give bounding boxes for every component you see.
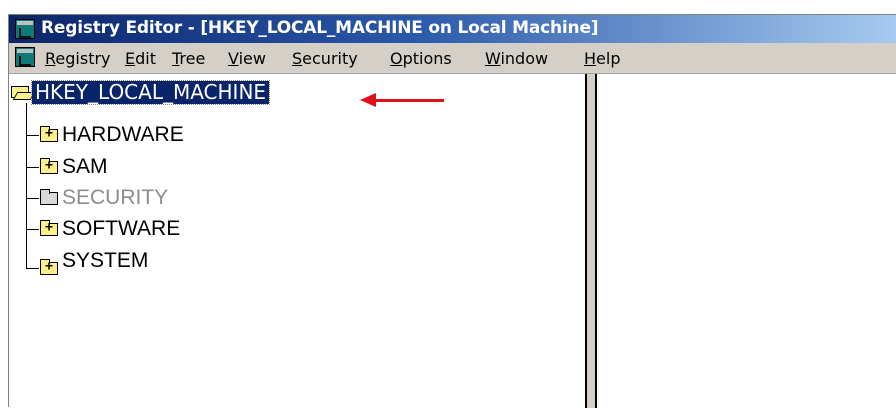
tree-branch-line: [27, 268, 39, 269]
menu-view[interactable]: View: [228, 49, 266, 68]
menu-options[interactable]: Options: [390, 49, 452, 68]
red-arrow-shaft: [374, 99, 444, 102]
registry-editor-app-icon[interactable]: [15, 19, 35, 39]
folder-plus-icon[interactable]: [40, 158, 58, 174]
child-window-icon[interactable]: [15, 47, 35, 67]
tree-node-system[interactable]: SYSTEM: [62, 249, 148, 273]
registry-editor-window: Registry Editor - [HKEY_LOCAL_MACHINE on…: [8, 14, 896, 408]
menu-security[interactable]: Security: [292, 49, 358, 68]
tree-root-label[interactable]: HKEY_LOCAL_MACHINE: [30, 80, 271, 105]
tree-node-hardware[interactable]: HARDWARE: [62, 123, 184, 147]
pane-splitter[interactable]: [585, 74, 597, 408]
window-title: Registry Editor - [HKEY_LOCAL_MACHINE on…: [41, 18, 599, 38]
menu-registry[interactable]: Registry: [45, 49, 111, 68]
tree-branch-line: [27, 167, 39, 168]
menu-tree[interactable]: Tree: [172, 49, 205, 68]
tree-node-software[interactable]: SOFTWARE: [62, 217, 180, 241]
tree-branch-line: [27, 198, 39, 199]
title-bar[interactable]: Registry Editor - [HKEY_LOCAL_MACHINE on…: [9, 15, 896, 43]
value-pane[interactable]: [597, 74, 896, 408]
tree-connector-line: [26, 103, 27, 269]
folder-plus-icon[interactable]: [40, 259, 58, 275]
tree-node-security[interactable]: SECURITY: [62, 186, 168, 210]
open-folder-icon: [11, 86, 29, 98]
tree-branch-line: [27, 229, 39, 230]
folder-disabled-icon: [40, 189, 58, 205]
folder-plus-icon[interactable]: [40, 126, 58, 142]
menu-window[interactable]: Window: [485, 49, 548, 68]
menu-edit[interactable]: Edit: [125, 49, 156, 68]
tree-node-sam[interactable]: SAM: [62, 155, 108, 179]
menu-help[interactable]: Help: [584, 49, 620, 68]
tree-branch-line: [27, 135, 39, 136]
menu-bar: Registry Edit Tree View Security Options…: [9, 43, 896, 74]
folder-plus-icon[interactable]: [40, 220, 58, 236]
